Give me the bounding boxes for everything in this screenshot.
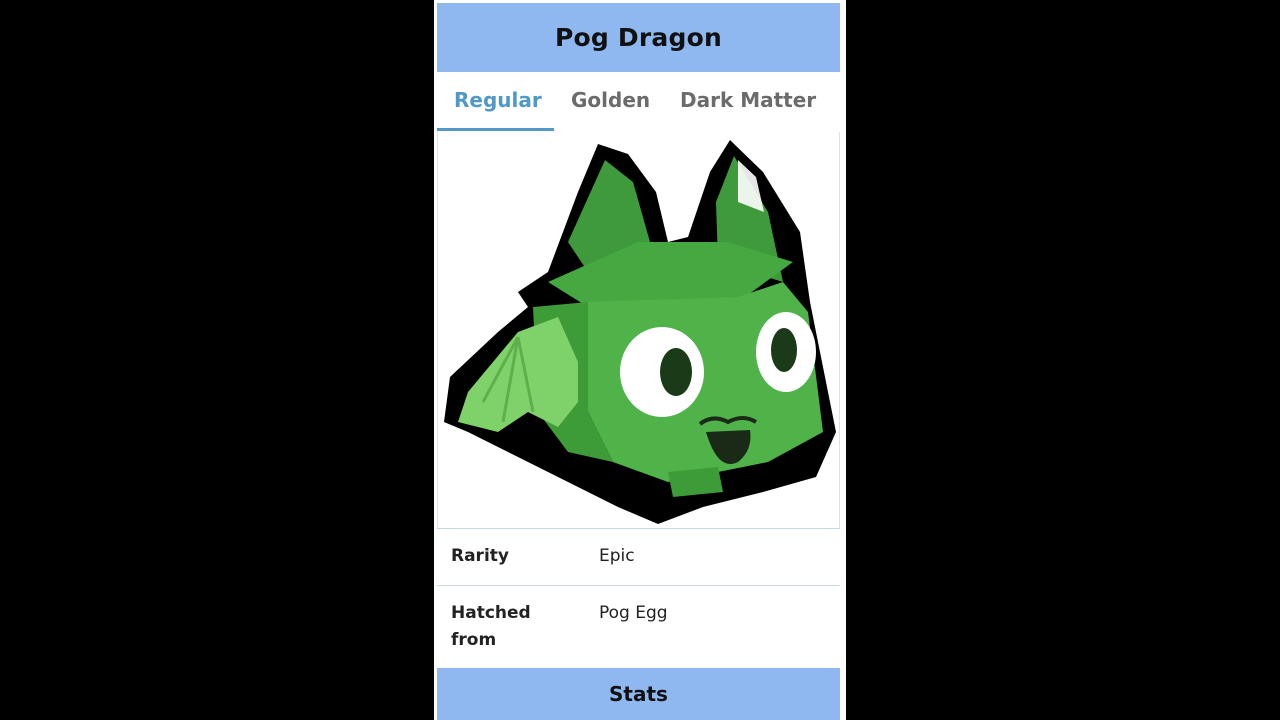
video-frame: Pog Dragon Regular Golden Dark Matter Ra… <box>0 0 1280 720</box>
tab-dark-matter[interactable]: Dark Matter <box>680 88 816 112</box>
green-dragon-pet-icon <box>444 140 836 524</box>
tab-regular[interactable]: Regular <box>454 88 542 112</box>
infobox-title-bar: Pog Dragon <box>437 3 840 72</box>
pet-title: Pog Dragon <box>555 23 722 52</box>
hatched-from-value[interactable]: Pog Egg <box>599 600 668 627</box>
rarity-label: Rarity <box>451 546 509 566</box>
stats-heading: Stats <box>609 682 668 706</box>
active-tab-indicator <box>437 128 554 131</box>
rarity-value: Epic <box>599 546 635 566</box>
pet-image <box>437 132 840 528</box>
pet-infobox: Pog Dragon Regular Golden Dark Matter Ra… <box>434 0 846 720</box>
tab-golden[interactable]: Golden <box>571 88 650 112</box>
rarity-row: Rarity Epic <box>437 528 840 585</box>
variant-tabs: Regular Golden Dark Matter <box>437 72 840 132</box>
stats-section-header: Stats <box>437 668 840 720</box>
hatched-from-label: Hatched from <box>451 603 531 650</box>
hatched-from-row: Hatched from Pog Egg <box>437 585 840 668</box>
